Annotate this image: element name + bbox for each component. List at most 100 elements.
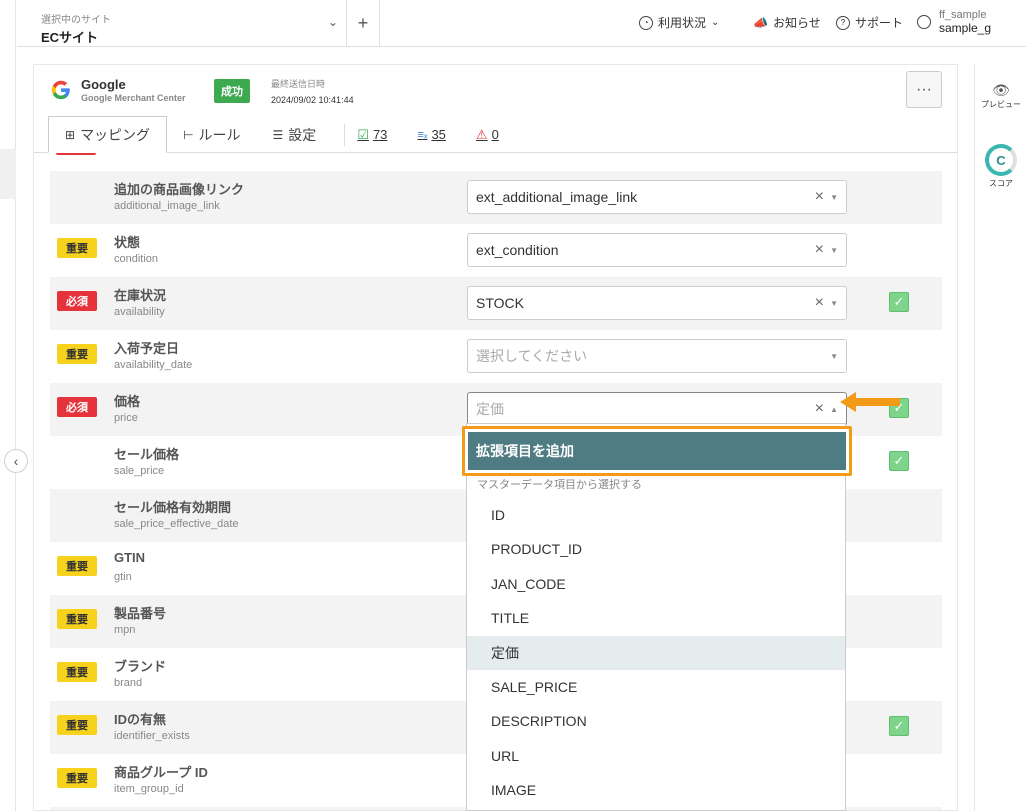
field-key: identifier_exists [114,730,190,742]
mapping-select[interactable]: 選択してください ▼ [467,339,847,373]
tab-rules[interactable]: ⊢ ルール [167,116,256,153]
mapping-row-availability: 必須 在庫状況 availability STOCK × ▼ ✓ [50,277,942,330]
field-key: condition [114,253,159,265]
check-icon: ✓ [889,451,909,471]
caret-down-icon: ▼ [830,246,838,255]
tab-settings-label: 設定 [288,126,317,143]
field-name: ブランド [114,659,167,674]
mapping-select-value: ext_condition [476,242,559,258]
field-name: 追加の商品画像リンク [114,182,245,197]
left-gutter [0,0,16,811]
usage-menu[interactable]: ◔ 利用状況 ⌄ [639,14,719,31]
preview-label: プレビュー [981,100,1021,109]
dropdown-option-highlighted[interactable]: 定価 [467,636,845,670]
clear-icon[interactable]: × [815,400,824,418]
channel-title: Google [81,77,126,92]
dropdown-option[interactable]: SALE_PRICE [467,670,845,704]
field-key: availability [114,306,165,318]
dropdown-option[interactable]: PRODUCT_ID [467,532,845,566]
eye-icon: 👁 [992,82,1010,98]
excluded-count-link[interactable]: ≡ₓ 35 [417,116,446,153]
mapping-dropdown-menu: 拡張項目を追加 マスターデータ項目から選択する ID PRODUCT_ID JA… [462,423,852,811]
dropdown-option[interactable]: TITLE [467,601,845,635]
more-options-button[interactable]: ··· [906,71,942,108]
field-key: price [114,412,138,424]
add-extension-option[interactable]: 拡張項目を追加 [468,432,846,470]
dropdown-option[interactable]: IMAGE [467,773,845,807]
mapping-select[interactable]: ext_additional_image_link × ▼ [467,180,847,214]
mapping-select-value: ext_additional_image_link [476,189,638,205]
mapping-select[interactable]: ext_condition × ▼ [467,233,847,267]
field-key: availability_date [114,359,193,371]
important-tag: 重要 [57,556,97,576]
field-name: 価格 [114,394,141,409]
warning-icon: ⚠ [475,126,488,142]
tab-bar: ⊞ マッピング ⊢ ルール ☰ 設定 ☑ 73 ≡ₓ 35 ⚠ 0 [48,116,529,153]
user-menu[interactable]: ff_sample sample_g [917,9,991,35]
important-tag: 重要 [57,344,97,364]
site-selector-label: 選択中のサイト [41,15,111,26]
tab-settings[interactable]: ☰ 設定 [257,116,333,153]
dropdown-option[interactable]: URL [467,739,845,773]
chevron-down-icon: ⌄ [327,15,338,29]
card-header: Google Google Merchant Center 成功 最終送信日時 … [34,65,957,153]
chevron-left-icon: ‹ [13,453,19,469]
tab-mapping-label: マッピング [80,126,151,143]
field-key: additional_image_link [114,200,220,212]
important-tag: 重要 [57,609,97,629]
user-name: sample_g [939,21,992,35]
last-sent-label: 最終送信日時 [271,79,326,89]
clear-icon[interactable]: × [815,294,824,312]
tab-divider [344,124,346,146]
megaphone-icon: 📣 [753,15,768,30]
site-selector[interactable]: 選択中のサイト ECサイト ⌄ [17,0,347,47]
score-button[interactable]: C スコア [975,144,1026,189]
field-key: gtin [114,571,132,583]
dropdown-option[interactable]: DESCRIPTION [467,704,845,738]
dropdown-option[interactable]: ID [467,498,845,532]
left-gutter-strip [0,149,16,199]
clear-icon[interactable]: × [815,241,824,259]
preview-button[interactable]: 👁 プレビュー [975,82,1026,110]
important-tag: 重要 [57,238,97,258]
gauge-icon: ◔ [639,15,653,30]
field-name: セール価格有効期間 [114,500,232,515]
important-tag: 重要 [57,715,97,735]
last-sent-value: 2024/09/02 10:41:44 [271,95,354,105]
user-icon [917,15,931,29]
tab-mapping[interactable]: ⊞ マッピング [48,116,168,153]
user-id: ff_sample [939,9,987,21]
field-key: brand [114,677,143,689]
dropdown-option[interactable]: JAN_CODE [467,567,845,601]
field-name: 製品番号 [114,606,167,621]
usage-menu-label: 利用状況 [658,16,707,30]
annotation-arrow-icon [840,392,900,412]
collapse-sidebar-button[interactable]: ‹ [4,449,28,473]
mapping-select[interactable]: STOCK × ▼ [467,286,847,320]
score-gauge-icon: C [985,144,1017,176]
clear-icon[interactable]: × [815,188,824,206]
top-header: 選択中のサイト ECサイト ⌄ + ◔ 利用状況 ⌄ 📣 お知らせ ? サポート… [17,0,1026,47]
field-key: sale_price [114,465,165,477]
mapping-select-value: STOCK [476,295,524,311]
sliders-icon: ☰ [272,127,284,142]
support-link-label: サポート [855,16,904,30]
dropdown-group-label: マスターデータ項目から選択する [477,479,642,491]
support-link[interactable]: ? サポート [836,14,903,31]
news-link[interactable]: 📣 お知らせ [753,14,821,31]
field-name: 商品グループ ID [114,765,208,780]
mapping-row-additional-image-link: 追加の商品画像リンク additional_image_link ext_add… [50,171,942,224]
ok-count: 73 [372,127,388,142]
tree-icon: ⊢ [183,127,194,142]
caret-down-icon: ▼ [830,352,838,361]
add-site-button[interactable]: + [347,0,380,47]
ok-count-link[interactable]: ☑ 73 [357,116,387,153]
caret-down-icon: ▼ [830,193,838,202]
error-count-link[interactable]: ⚠ 0 [476,116,499,153]
mapping-select-search[interactable]: 定価 [476,399,504,419]
mapping-select-placeholder: 選択してください [476,348,588,364]
error-count: 0 [491,127,499,142]
channel-brand: Google Google Merchant Center [81,77,186,103]
required-tag: 必須 [57,291,97,311]
mapping-select-open[interactable]: 定価 × ▲ [467,392,847,426]
